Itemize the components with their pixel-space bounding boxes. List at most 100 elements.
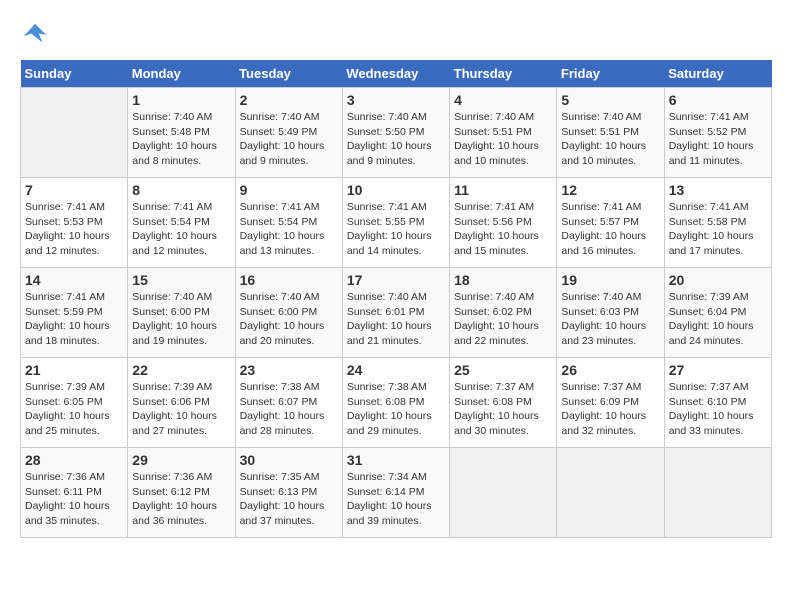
day-cell: 19 Sunrise: 7:40 AM Sunset: 6:03 PM Dayli…: [557, 268, 664, 358]
logo: [20, 20, 54, 50]
day-number: 20: [669, 272, 767, 288]
day-cell: 22Sunrise: 7:39 AM Sunset: 6:06 PM Dayli…: [128, 358, 235, 448]
day-number: 3: [347, 92, 445, 108]
day-cell: 29 Sunrise: 7:36 AM Sunset: 6:12 PM Dayli…: [128, 448, 235, 538]
day-cell: 26Sunrise: 7:37 AM Sunset: 6:09 PM Dayli…: [557, 358, 664, 448]
day-cell: 28 Sunrise: 7:36 AM Sunset: 6:11 PM Dayli…: [21, 448, 128, 538]
day-cell: 23Sunrise: 7:38 AM Sunset: 6:07 PM Dayli…: [235, 358, 342, 448]
day-number: 8: [132, 182, 230, 198]
day-cell: 8 Sunrise: 7:41 AM Sunset: 5:54 PM Daylig…: [128, 178, 235, 268]
day-cell: 27 Sunrise: 7:37 AM Sunset: 6:10 PM Dayli…: [664, 358, 771, 448]
day-number: 15: [132, 272, 230, 288]
week-row-1: 1 Sunrise: 7:40 AM Sunset: 5:48 PM Daylig…: [21, 88, 772, 178]
day-cell: 24 Sunrise: 7:38 AM Sunset: 6:08 PM Dayli…: [342, 358, 449, 448]
day-number: 7: [25, 182, 123, 198]
day-cell: 16Sunrise: 7:40 AM Sunset: 6:00 PM Dayli…: [235, 268, 342, 358]
calendar-table: SundayMondayTuesdayWednesdayThursdayFrid…: [20, 60, 772, 538]
day-number: 26: [561, 362, 659, 378]
header-row: SundayMondayTuesdayWednesdayThursdayFrid…: [21, 60, 772, 88]
day-info: Sunrise: 7:39 AM Sunset: 6:05 PM Dayligh…: [25, 380, 123, 439]
day-info: Sunrise: 7:40 AM Sunset: 6:02 PM Dayligh…: [454, 290, 552, 349]
day-info: Sunrise: 7:41 AM Sunset: 5:55 PM Dayligh…: [347, 200, 445, 259]
day-info: Sunrise: 7:40 AM Sunset: 6:03 PM Dayligh…: [561, 290, 659, 349]
day-info: Sunrise: 7:41 AM Sunset: 5:54 PM Dayligh…: [132, 200, 230, 259]
day-info: Sunrise: 7:40 AM Sunset: 5:51 PM Dayligh…: [454, 110, 552, 169]
day-number: 2: [240, 92, 338, 108]
day-info: Sunrise: 7:41 AM Sunset: 5:52 PM Dayligh…: [669, 110, 767, 169]
day-number: 4: [454, 92, 552, 108]
day-info: Sunrise: 7:36 AM Sunset: 6:12 PM Dayligh…: [132, 470, 230, 529]
day-info: Sunrise: 7:37 AM Sunset: 6:08 PM Dayligh…: [454, 380, 552, 439]
day-number: 18: [454, 272, 552, 288]
day-info: Sunrise: 7:40 AM Sunset: 5:48 PM Dayligh…: [132, 110, 230, 169]
day-cell: 7Sunrise: 7:41 AM Sunset: 5:53 PM Daylig…: [21, 178, 128, 268]
day-info: Sunrise: 7:39 AM Sunset: 6:04 PM Dayligh…: [669, 290, 767, 349]
day-info: Sunrise: 7:41 AM Sunset: 5:58 PM Dayligh…: [669, 200, 767, 259]
day-info: Sunrise: 7:41 AM Sunset: 5:57 PM Dayligh…: [561, 200, 659, 259]
day-number: 6: [669, 92, 767, 108]
header-cell-sunday: Sunday: [21, 60, 128, 88]
day-number: 29: [132, 452, 230, 468]
day-cell: 1 Sunrise: 7:40 AM Sunset: 5:48 PM Daylig…: [128, 88, 235, 178]
day-cell: 25 Sunrise: 7:37 AM Sunset: 6:08 PM Dayli…: [450, 358, 557, 448]
day-cell: 10 Sunrise: 7:41 AM Sunset: 5:55 PM Dayli…: [342, 178, 449, 268]
week-row-2: 7Sunrise: 7:41 AM Sunset: 5:53 PM Daylig…: [21, 178, 772, 268]
week-row-4: 21Sunrise: 7:39 AM Sunset: 6:05 PM Dayli…: [21, 358, 772, 448]
day-cell: [450, 448, 557, 538]
day-number: 13: [669, 182, 767, 198]
day-cell: 11 Sunrise: 7:41 AM Sunset: 5:56 PM Dayli…: [450, 178, 557, 268]
day-cell: [557, 448, 664, 538]
day-cell: 9Sunrise: 7:41 AM Sunset: 5:54 PM Daylig…: [235, 178, 342, 268]
day-number: 5: [561, 92, 659, 108]
day-number: 16: [240, 272, 338, 288]
day-cell: 4 Sunrise: 7:40 AM Sunset: 5:51 PM Daylig…: [450, 88, 557, 178]
day-cell: 6 Sunrise: 7:41 AM Sunset: 5:52 PM Daylig…: [664, 88, 771, 178]
day-info: Sunrise: 7:40 AM Sunset: 6:01 PM Dayligh…: [347, 290, 445, 349]
day-number: 25: [454, 362, 552, 378]
day-number: 17: [347, 272, 445, 288]
day-number: 23: [240, 362, 338, 378]
day-cell: 17 Sunrise: 7:40 AM Sunset: 6:01 PM Dayli…: [342, 268, 449, 358]
day-cell: 14 Sunrise: 7:41 AM Sunset: 5:59 PM Dayli…: [21, 268, 128, 358]
day-cell: 15 Sunrise: 7:40 AM Sunset: 6:00 PM Dayli…: [128, 268, 235, 358]
day-number: 10: [347, 182, 445, 198]
day-cell: 21Sunrise: 7:39 AM Sunset: 6:05 PM Dayli…: [21, 358, 128, 448]
week-row-3: 14 Sunrise: 7:41 AM Sunset: 5:59 PM Dayli…: [21, 268, 772, 358]
day-number: 9: [240, 182, 338, 198]
day-number: 11: [454, 182, 552, 198]
header-cell-tuesday: Tuesday: [235, 60, 342, 88]
day-cell: 2 Sunrise: 7:40 AM Sunset: 5:49 PM Daylig…: [235, 88, 342, 178]
day-number: 12: [561, 182, 659, 198]
day-number: 1: [132, 92, 230, 108]
day-info: Sunrise: 7:37 AM Sunset: 6:10 PM Dayligh…: [669, 380, 767, 439]
page-header: [20, 20, 772, 50]
day-number: 14: [25, 272, 123, 288]
day-info: Sunrise: 7:40 AM Sunset: 5:50 PM Dayligh…: [347, 110, 445, 169]
day-cell: 12 Sunrise: 7:41 AM Sunset: 5:57 PM Dayli…: [557, 178, 664, 268]
day-info: Sunrise: 7:40 AM Sunset: 5:49 PM Dayligh…: [240, 110, 338, 169]
day-info: Sunrise: 7:39 AM Sunset: 6:06 PM Dayligh…: [132, 380, 230, 439]
day-cell: 5Sunrise: 7:40 AM Sunset: 5:51 PM Daylig…: [557, 88, 664, 178]
day-info: Sunrise: 7:38 AM Sunset: 6:08 PM Dayligh…: [347, 380, 445, 439]
day-info: Sunrise: 7:36 AM Sunset: 6:11 PM Dayligh…: [25, 470, 123, 529]
day-cell: 20 Sunrise: 7:39 AM Sunset: 6:04 PM Dayli…: [664, 268, 771, 358]
header-cell-wednesday: Wednesday: [342, 60, 449, 88]
header-cell-monday: Monday: [128, 60, 235, 88]
day-number: 27: [669, 362, 767, 378]
logo-icon: [20, 20, 50, 50]
day-number: 24: [347, 362, 445, 378]
day-number: 28: [25, 452, 123, 468]
header-cell-saturday: Saturday: [664, 60, 771, 88]
day-info: Sunrise: 7:35 AM Sunset: 6:13 PM Dayligh…: [240, 470, 338, 529]
day-cell: [664, 448, 771, 538]
day-info: Sunrise: 7:41 AM Sunset: 5:56 PM Dayligh…: [454, 200, 552, 259]
day-info: Sunrise: 7:41 AM Sunset: 5:59 PM Dayligh…: [25, 290, 123, 349]
day-cell: 30Sunrise: 7:35 AM Sunset: 6:13 PM Dayli…: [235, 448, 342, 538]
day-info: Sunrise: 7:34 AM Sunset: 6:14 PM Dayligh…: [347, 470, 445, 529]
week-row-5: 28 Sunrise: 7:36 AM Sunset: 6:11 PM Dayli…: [21, 448, 772, 538]
day-cell: 3 Sunrise: 7:40 AM Sunset: 5:50 PM Daylig…: [342, 88, 449, 178]
day-number: 19: [561, 272, 659, 288]
header-cell-thursday: Thursday: [450, 60, 557, 88]
header-cell-friday: Friday: [557, 60, 664, 88]
day-info: Sunrise: 7:40 AM Sunset: 6:00 PM Dayligh…: [132, 290, 230, 349]
